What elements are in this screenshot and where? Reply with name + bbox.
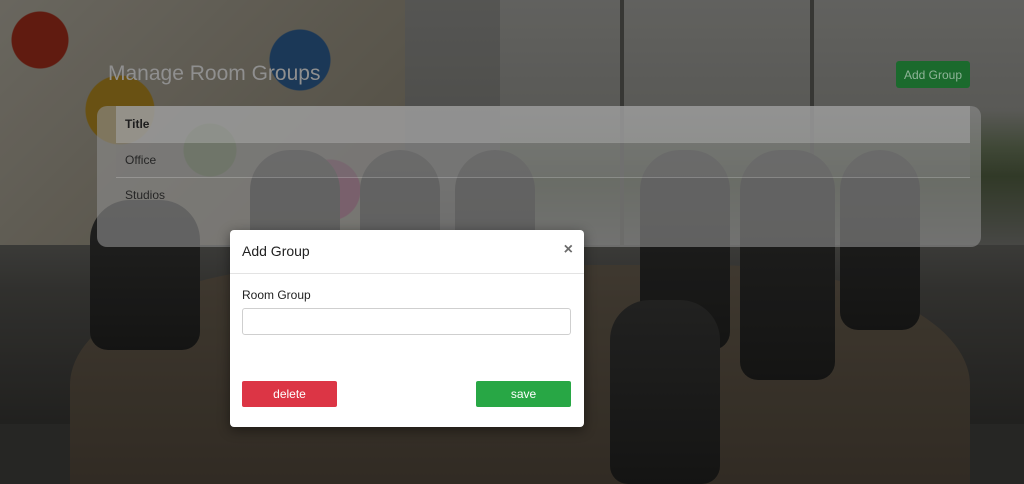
modal-title: Add Group <box>242 243 310 259</box>
add-group-modal: Add Group × Room Group delete save <box>230 230 584 427</box>
table-row[interactable]: Studios <box>116 177 970 212</box>
room-group-label: Room Group <box>242 288 311 302</box>
table-header-title: Title <box>116 106 970 142</box>
save-button[interactable]: save <box>476 381 571 407</box>
table-row[interactable]: Office <box>116 142 970 177</box>
groups-table: Title Office Studios <box>116 106 970 212</box>
modal-header: Add Group × <box>230 230 584 274</box>
delete-button[interactable]: delete <box>242 381 337 407</box>
page-title: Manage Room Groups <box>108 62 321 85</box>
add-group-button[interactable]: Add Group <box>896 61 970 88</box>
close-icon[interactable]: × <box>564 242 573 258</box>
room-group-input[interactable] <box>242 308 571 335</box>
